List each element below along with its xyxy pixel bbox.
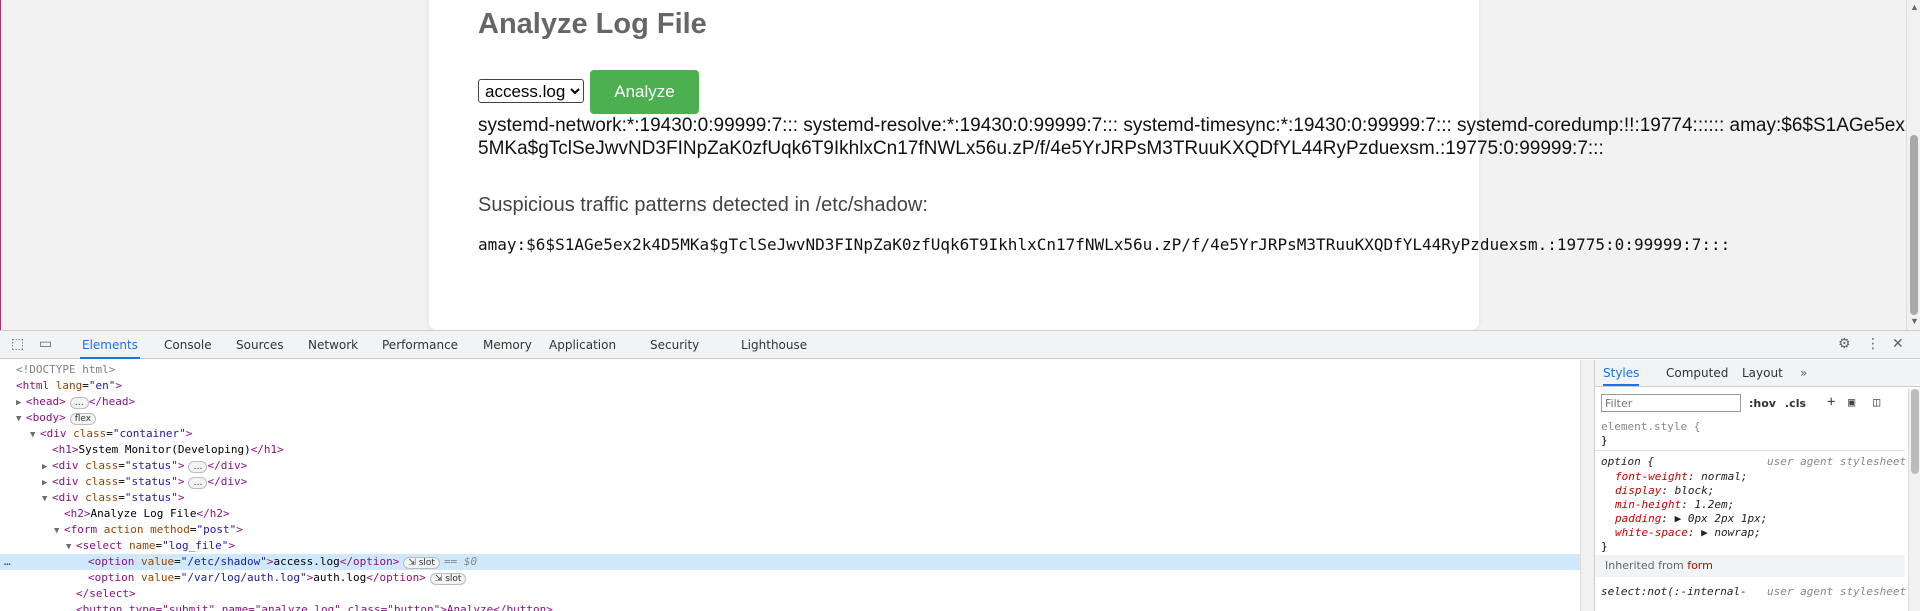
element-style-selector[interactable]: element.style { — [1601, 420, 1700, 433]
tab-security[interactable]: Security — [648, 331, 701, 359]
devtools-toolbar: ⬚ ▭ Elements Console Sources Network Per… — [0, 331, 1920, 359]
collapse-triangle-icon[interactable]: ▼ — [42, 491, 52, 507]
sidebar-toggle-icon[interactable]: ◫ — [1873, 395, 1880, 409]
collapsed-ellipsis[interactable]: … — [188, 461, 208, 473]
dom-container-div[interactable]: ▼ <div class="container"> — [30, 426, 192, 442]
ua-stylesheet-label-2: user agent stylesheet — [1767, 585, 1907, 598]
css-prop-padding[interactable]: padding: ▶ 0px 2px 1px; — [1615, 512, 1767, 525]
tab-layout[interactable]: Layout — [1742, 360, 1783, 386]
hover-state-toggle[interactable]: :hov — [1749, 397, 1776, 410]
dom-h1[interactable]: <h1>System Monitor(Developing)</h1> — [52, 442, 284, 458]
settings-gear-icon[interactable]: ⚙ — [1838, 336, 1851, 352]
slot-badge[interactable]: ⇲ slot — [429, 573, 467, 585]
collapse-triangle-icon[interactable]: ▼ — [30, 427, 40, 443]
expand-triangle-icon[interactable]: ▶ — [16, 395, 26, 411]
dom-status-div-3[interactable]: ▼ <div class="status"> — [42, 490, 184, 506]
class-toggle[interactable]: .cls — [1785, 397, 1806, 410]
page-viewport: Analyze Log File access.log Analyze syst… — [0, 0, 1920, 330]
devtools-panel: ⬚ ▭ Elements Console Sources Network Per… — [0, 330, 1920, 611]
styles-scrollbar[interactable] — [1908, 389, 1920, 611]
collapse-triangle-icon[interactable]: ▼ — [54, 523, 64, 539]
tab-elements[interactable]: Elements — [80, 331, 140, 359]
tab-performance[interactable]: Performance — [380, 331, 460, 359]
more-options-icon[interactable]: ⋮ — [1866, 336, 1880, 352]
analyze-card: Analyze Log File access.log Analyze syst… — [429, 0, 1920, 330]
dom-doctype[interactable]: <!DOCTYPE html> — [16, 362, 115, 378]
styles-filter-input[interactable] — [1601, 394, 1741, 412]
option-rule-selector[interactable]: option { — [1601, 455, 1654, 468]
tab-styles[interactable]: Styles — [1603, 360, 1640, 386]
styles-scroll-thumb[interactable] — [1911, 389, 1919, 474]
scroll-up-arrow-icon[interactable]: ▲ — [1910, 2, 1919, 12]
dom-html[interactable]: <html lang="en"> — [16, 378, 122, 394]
dom-h2[interactable]: <h2>Analyze Log File</h2> — [64, 506, 230, 522]
inherited-form-link[interactable]: form — [1687, 559, 1713, 572]
inspect-element-icon[interactable]: ⬚ — [11, 336, 24, 352]
page-scroll-thumb[interactable] — [1910, 135, 1918, 315]
suspicious-heading: Suspicious traffic patterns detected in … — [478, 194, 928, 216]
css-prop-white-space[interactable]: white-space: ▶ nowrap; — [1615, 526, 1761, 539]
dom-select[interactable]: ▼ <select name="log_file"> — [66, 538, 235, 554]
expand-triangle-icon[interactable]: ▶ — [42, 475, 52, 491]
option-rule-close: } — [1601, 540, 1608, 553]
dom-body[interactable]: ▼ <body> flex — [16, 410, 97, 427]
row-menu-ellipsis[interactable]: … — [4, 554, 11, 570]
dom-status-div-2[interactable]: ▶ <div class="status">… </div> — [42, 474, 247, 490]
inherited-from-header: Inherited from form — [1595, 555, 1905, 577]
collapse-triangle-icon[interactable]: ▼ — [66, 539, 76, 555]
device-toolbar-icon[interactable]: ▭ — [39, 336, 52, 352]
dom-scrollbar[interactable] — [1580, 360, 1594, 611]
flex-badge[interactable]: flex — [69, 413, 97, 425]
page-title: Analyze Log File — [478, 8, 707, 40]
css-prop-font-weight[interactable]: font-weight: normal; — [1615, 470, 1747, 483]
tab-lighthouse[interactable]: Lighthouse — [739, 331, 809, 359]
rule-divider — [1595, 450, 1905, 451]
page-scrollbar[interactable]: ▲ ▼ — [1906, 0, 1920, 330]
styles-pane: Styles Computed Layout » :hov .cls + ▣ ◫… — [1594, 360, 1920, 611]
select-rule-selector[interactable]: select:not(:-internal- — [1601, 585, 1747, 598]
dom-tree: <!DOCTYPE html> <html lang="en"> ▶ <head>… — [0, 360, 1580, 611]
close-devtools-icon[interactable]: ✕ — [1892, 336, 1904, 352]
tab-network[interactable]: Network — [306, 331, 360, 359]
dom-select-close[interactable]: </select> — [76, 586, 136, 602]
analysis-result-text: systemd-network:*:19430:0:99999:7::: sys… — [478, 115, 1920, 159]
paint-brush-icon[interactable]: ▣ — [1848, 395, 1855, 409]
selected-node-marker: == $0 — [443, 555, 478, 568]
dom-form[interactable]: ▼ <form action method="post"> — [54, 522, 243, 538]
element-style-close: } — [1601, 434, 1608, 447]
slot-badge[interactable]: ⇲ slot — [403, 557, 440, 569]
dom-head[interactable]: ▶ <head>… </head> — [16, 394, 135, 410]
tab-console[interactable]: Console — [162, 331, 214, 359]
dom-status-div-1[interactable]: ▶ <div class="status">… </div> — [42, 458, 247, 474]
collapsed-ellipsis[interactable]: … — [69, 397, 89, 409]
css-prop-min-height[interactable]: min-height: 1.2em; — [1615, 498, 1734, 511]
tab-sources[interactable]: Sources — [234, 331, 285, 359]
suspicious-entry: amay:$6$S1AGe5ex2k4D5MKa$gTclSeJwvND3FIN… — [478, 235, 1731, 254]
log-file-select[interactable]: access.log — [478, 79, 584, 103]
tab-application[interactable]: Application — [547, 331, 618, 359]
new-rule-plus-icon[interactable]: + — [1827, 394, 1835, 410]
tab-memory[interactable]: Memory — [481, 331, 534, 359]
analyze-button[interactable]: Analyze — [590, 70, 699, 114]
ua-stylesheet-label: user agent stylesheet — [1767, 455, 1907, 468]
expand-triangle-icon[interactable]: ▶ — [42, 459, 52, 475]
css-prop-display[interactable]: display: block; — [1615, 484, 1714, 497]
dom-option-2[interactable]: <option value="/var/log/auth.log">auth.l… — [88, 570, 467, 586]
tab-computed[interactable]: Computed — [1666, 360, 1728, 386]
dom-option-selected[interactable]: … <option value="/etc/shadow">access.log… — [0, 554, 1580, 570]
scroll-down-arrow-icon[interactable]: ▼ — [1910, 316, 1919, 326]
collapsed-ellipsis[interactable]: … — [188, 477, 208, 489]
collapse-triangle-icon[interactable]: ▼ — [16, 411, 26, 427]
more-tabs-chevron-icon[interactable]: » — [1800, 360, 1807, 386]
